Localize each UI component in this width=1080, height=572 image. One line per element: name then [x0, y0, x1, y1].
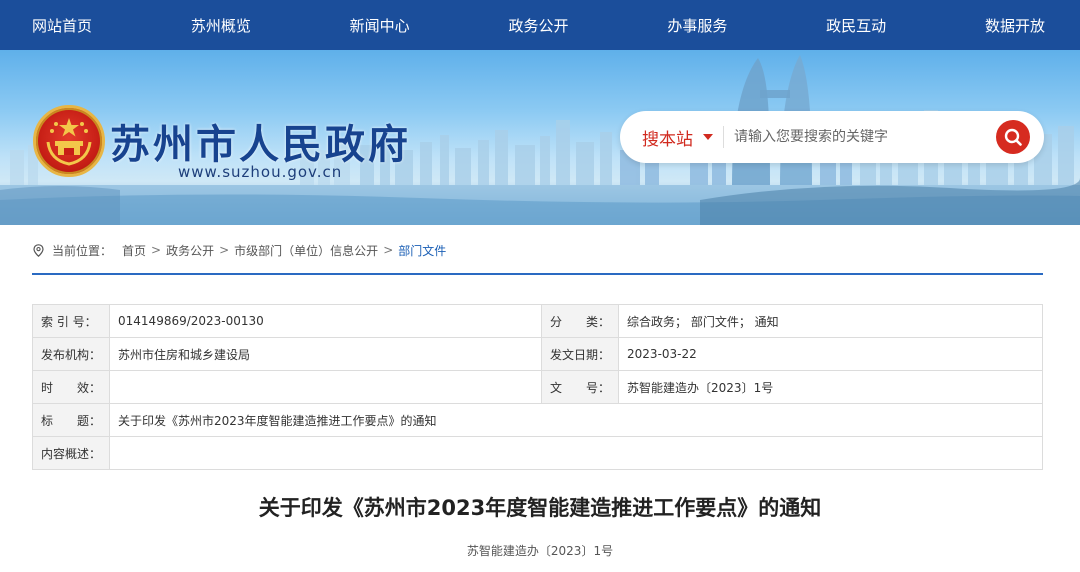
issue-date-value: 2023-03-22	[618, 337, 1043, 371]
search-divider	[723, 126, 724, 148]
nav-item-government-affairs[interactable]: 政务公开	[508, 15, 568, 36]
category-value: 综合政务； 部门文件； 通知	[618, 304, 1043, 338]
breadcrumb-prefix: 当前位置：	[52, 243, 113, 258]
breadcrumb-divider	[32, 273, 1043, 275]
location-pin-icon	[33, 243, 44, 257]
search-box: 搜本站	[620, 111, 1044, 163]
nav-item-services[interactable]: 办事服务	[667, 15, 727, 36]
breadcrumb: 当前位置： 首页 > 政务公开 > 市级部门（单位）信息公开 > 部门文件	[33, 242, 446, 258]
nav-item-home[interactable]: 网站首页	[32, 15, 92, 36]
index-number-value: 014149869/2023-00130	[109, 304, 543, 338]
category-label: 分 类：	[541, 304, 620, 338]
breadcrumb-item-government-affairs[interactable]: 政务公开	[166, 242, 214, 259]
issue-date-label: 发文日期：	[541, 337, 620, 371]
table-row: 标 题： 关于印发《苏州市2023年度智能建造推进工作要点》的通知	[31, 403, 1043, 437]
table-row: 索 引 号： 014149869/2023-00130 分 类： 综合政务； 部…	[31, 304, 1043, 338]
document-number-label: 文 号：	[541, 370, 620, 404]
title-value: 关于印发《苏州市2023年度智能建造推进工作要点》的通知	[109, 403, 1043, 437]
site-title: 苏州市人民政府	[110, 121, 411, 168]
header-banner: 苏州市人民政府 www.suzhou.gov.cn 搜本站	[0, 50, 1080, 225]
search-icon	[1004, 128, 1022, 146]
table-row: 发布机构： 苏州市住房和城乡建设局 发文日期： 2023-03-22	[31, 337, 1043, 371]
nav-item-interaction[interactable]: 政民互动	[826, 15, 886, 36]
title-label: 标 题：	[31, 403, 111, 437]
summary-value	[109, 436, 1043, 470]
document-info-table: 索 引 号： 014149869/2023-00130 分 类： 综合政务； 部…	[31, 304, 1043, 470]
nav-item-news[interactable]: 新闻中心	[350, 15, 410, 36]
table-row: 内容概述：	[31, 436, 1043, 470]
breadcrumb-separator: >	[383, 243, 394, 257]
nav-item-open-data[interactable]: 数据开放	[985, 15, 1045, 36]
table-row: 时 效： 文 号： 苏智能建造办〔2023〕1号	[31, 370, 1043, 404]
search-button[interactable]	[996, 120, 1030, 154]
top-nav: 网站首页 苏州概览 新闻中心 政务公开 办事服务 政民互动 数据开放	[0, 0, 1080, 50]
validity-label: 时 效：	[31, 370, 111, 404]
publisher-label: 发布机构：	[31, 337, 111, 371]
chevron-down-icon	[703, 134, 713, 140]
search-scope-dropdown[interactable]: 搜本站	[620, 125, 713, 150]
summary-label: 内容概述：	[31, 436, 111, 470]
article-title: 关于印发《苏州市2023年度智能建造推进工作要点》的通知	[258, 496, 822, 520]
breadcrumb-separator: >	[151, 243, 162, 257]
publisher-value: 苏州市住房和城乡建设局	[109, 337, 543, 371]
national-emblem-icon	[33, 105, 105, 177]
nav-item-overview[interactable]: 苏州概览	[191, 15, 251, 36]
document-number-value: 苏智能建造办〔2023〕1号	[618, 370, 1043, 404]
breadcrumb-item-department-info[interactable]: 市级部门（单位）信息公开	[234, 242, 378, 259]
site-url: www.suzhou.gov.cn	[178, 163, 343, 181]
breadcrumb-item-home[interactable]: 首页	[122, 242, 146, 259]
search-input[interactable]	[734, 129, 984, 145]
breadcrumb-item-department-documents[interactable]: 部门文件	[398, 242, 446, 259]
breadcrumb-separator: >	[219, 243, 230, 257]
search-scope-label: 搜本站	[642, 129, 693, 150]
index-number-label: 索 引 号：	[31, 304, 111, 338]
article-doc-number: 苏智能建造办〔2023〕1号	[466, 544, 614, 558]
validity-value	[109, 370, 543, 404]
